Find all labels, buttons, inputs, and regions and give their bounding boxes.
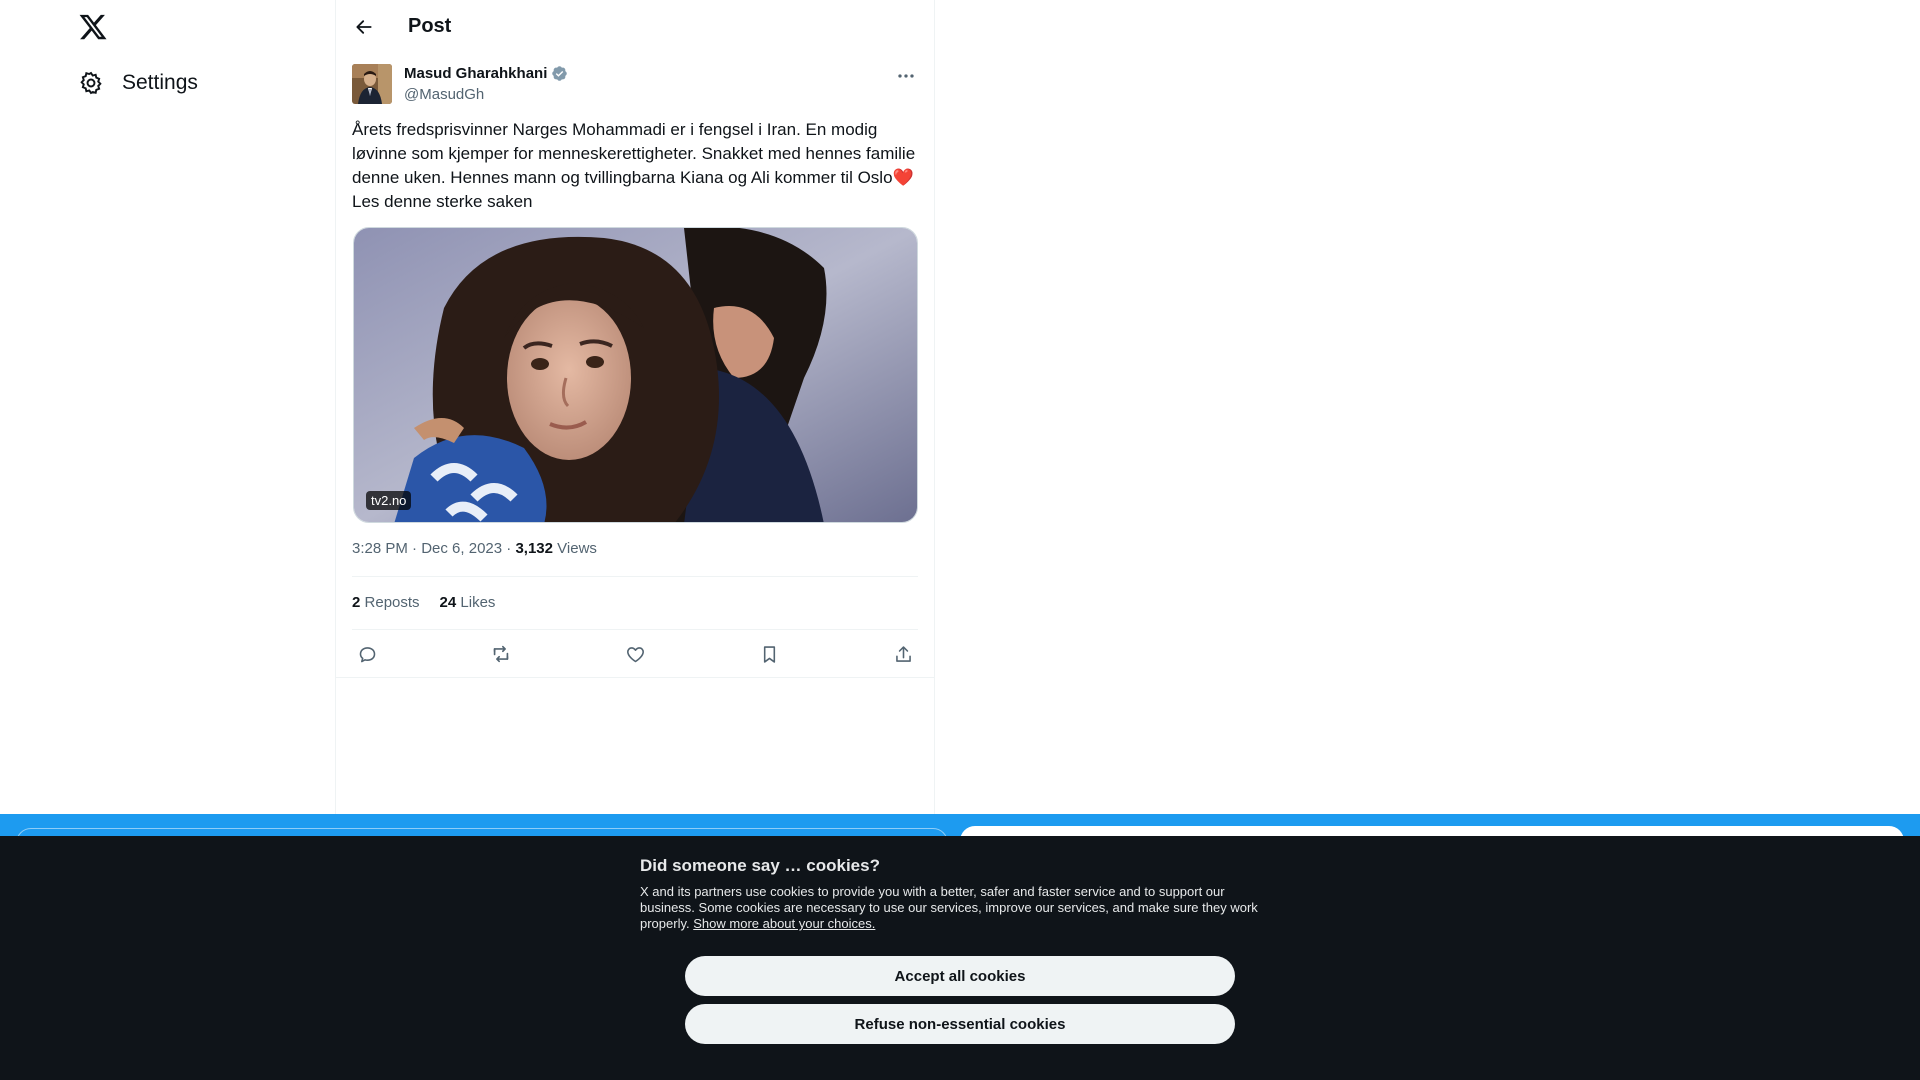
- bookmark-icon: [763, 645, 775, 663]
- post-time[interactable]: 3:28 PM: [352, 540, 408, 557]
- post-author: Masud Gharahkhani @MasudGh: [352, 64, 918, 106]
- divider: [336, 677, 934, 678]
- post-text-main: Årets fredsprisvinner Narges Mohammadi e…: [352, 120, 916, 187]
- media-photo: [354, 228, 917, 522]
- arrow-left-icon: [356, 20, 372, 34]
- settings-label: Settings: [122, 71, 198, 94]
- heart-emoji: ❤️: [892, 168, 914, 187]
- reposts-count: 2: [352, 594, 361, 611]
- post-stats: 2 Reposts 24 Likes: [352, 594, 495, 611]
- like-icon: [626, 646, 644, 662]
- page-title: Post: [408, 15, 452, 37]
- gear-icon: [78, 70, 104, 96]
- cookie-title: Did someone say … cookies?: [640, 856, 880, 875]
- page: Settings Post Masud Gharahkhani @MasudGh…: [0, 0, 1920, 1080]
- reposts-label: Reposts: [364, 594, 420, 611]
- more-options-button[interactable]: [894, 66, 918, 86]
- share-icon: [895, 645, 911, 662]
- views-count: 3,132: [515, 540, 553, 557]
- post-text: Årets fredsprisvinner Narges Mohammadi e…: [352, 118, 918, 214]
- sidebar-item-settings[interactable]: Settings: [78, 66, 198, 100]
- divider: [352, 629, 918, 630]
- accept-cookies-button[interactable]: Accept all cookies: [685, 956, 1235, 996]
- more-horizontal-icon: [898, 74, 914, 78]
- cookie-banner: Did someone say … cookies? X and its par…: [0, 836, 1920, 1080]
- author-handle[interactable]: @MasudGh: [404, 86, 484, 103]
- page-header: Post: [336, 0, 934, 54]
- media-source-badge: tv2.no: [366, 491, 412, 510]
- cookie-choices-link[interactable]: Show more about your choices.: [693, 916, 875, 931]
- post-text-tail: Les denne sterke saken: [352, 192, 533, 211]
- reposts-stat[interactable]: 2 Reposts: [352, 594, 420, 611]
- share-button[interactable]: [890, 641, 916, 667]
- author-name[interactable]: Masud Gharahkhani: [404, 65, 547, 82]
- repost-icon: [493, 645, 509, 663]
- link-card-image[interactable]: tv2.no: [353, 227, 918, 523]
- divider: [352, 576, 918, 577]
- x-logo-icon[interactable]: [78, 12, 108, 42]
- reply-icon: [359, 646, 375, 662]
- post-date[interactable]: Dec 6, 2023: [421, 540, 502, 557]
- likes-count: 24: [439, 594, 457, 611]
- verified-badge-icon[interactable]: [551, 65, 568, 82]
- repost-button[interactable]: [488, 641, 514, 667]
- cookie-body: X and its partners use cookies to provid…: [640, 884, 1280, 932]
- like-button[interactable]: [622, 641, 648, 667]
- reply-button[interactable]: [354, 641, 380, 667]
- post-actions: [352, 640, 918, 668]
- likes-stat[interactable]: 24 Likes: [440, 594, 496, 611]
- refuse-cookies-button[interactable]: Refuse non-essential cookies: [685, 1004, 1235, 1044]
- post-meta: 3:28 PM · Dec 6, 2023 · 3,132 Views: [352, 540, 597, 557]
- back-button[interactable]: [350, 13, 378, 41]
- bookmark-button[interactable]: [756, 641, 782, 667]
- avatar[interactable]: [352, 64, 392, 104]
- likes-label: Likes: [460, 594, 496, 611]
- author-name-row: Masud Gharahkhani: [404, 65, 568, 82]
- views-label: Views: [557, 540, 597, 557]
